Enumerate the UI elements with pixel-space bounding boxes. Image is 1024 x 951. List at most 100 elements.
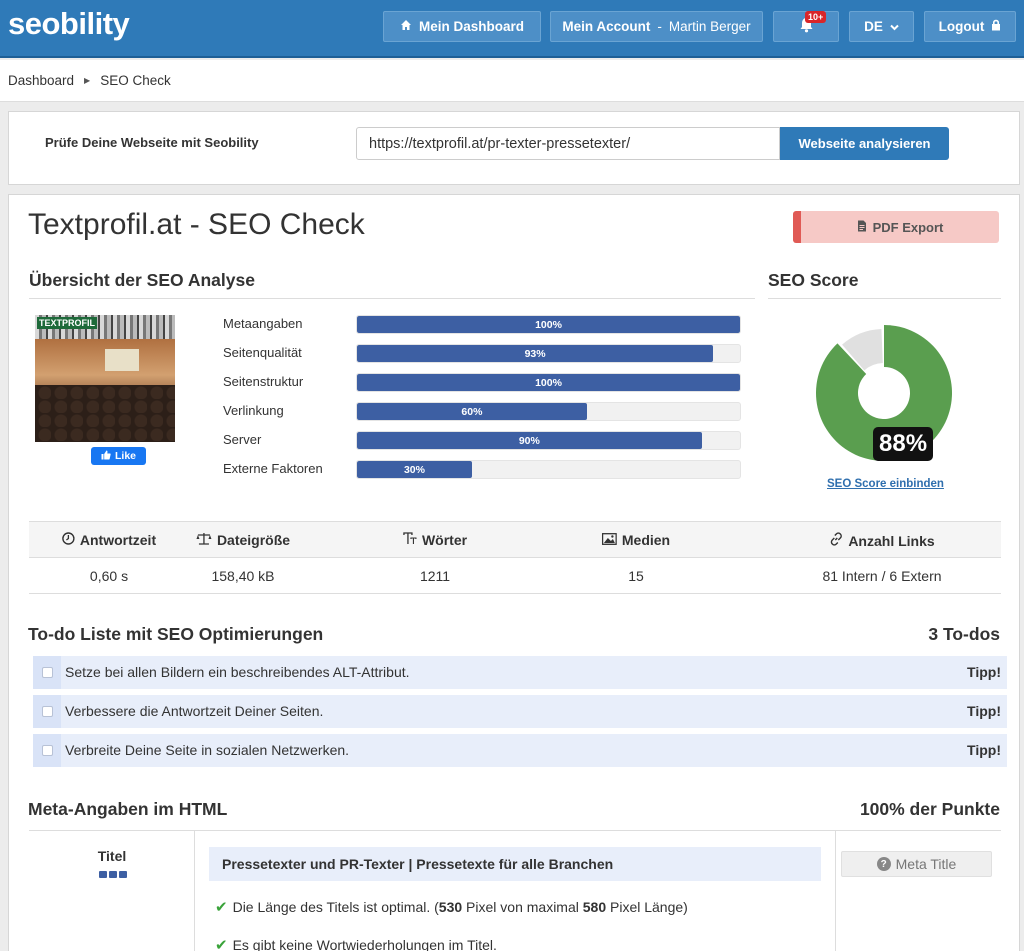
bar-label: Verlinkung: [223, 403, 284, 418]
todo-tip-link[interactable]: Tipp!: [967, 742, 1001, 758]
account-button[interactable]: Mein Account - Martin Berger: [550, 11, 763, 42]
url-input[interactable]: https://textprofil.at/pr-texter-pressete…: [356, 127, 780, 160]
bar-fill: 30%: [357, 461, 472, 478]
bar-track: 90%: [356, 431, 741, 450]
bar-fill: 100%: [357, 374, 740, 391]
lock-icon: [991, 19, 1001, 34]
overview-divider: [29, 298, 755, 299]
language-label: DE: [864, 19, 883, 34]
bar-fill: 90%: [357, 432, 702, 449]
stat-header: Dateigröße: [196, 532, 290, 548]
file-icon: [857, 220, 867, 235]
bar-track: 93%: [356, 344, 741, 363]
stat-header: Medien: [601, 532, 670, 548]
stats-table: Antwortzeit 0,60 s Dateigröße 158,40 kB Wört…: [29, 521, 1001, 594]
notifications-badge: 10+: [805, 11, 827, 23]
home-icon: [400, 19, 412, 34]
breadcrumb-dashboard[interactable]: Dashboard: [8, 73, 74, 88]
bar-label: Seitenqualität: [223, 345, 302, 360]
dashboard-button[interactable]: Mein Dashboard: [383, 11, 541, 42]
bar-track: 60%: [356, 402, 741, 421]
todo-heading: To-do Liste mit SEO Optimierungen: [28, 624, 324, 644]
dashboard-label: Mein Dashboard: [418, 19, 524, 34]
website-screenshot: TEXTPROFIL: [35, 315, 175, 442]
todo-text: Verbessere die Antwortzeit Deiner Seiten…: [65, 703, 324, 719]
meta-title-tag-label: Meta Title: [895, 856, 957, 872]
meta-title-tag-button[interactable]: ? Meta Title: [841, 851, 992, 877]
todo-item: Setze bei allen Bildern ein beschreibend…: [33, 656, 1007, 689]
notifications-button[interactable]: 10+: [773, 11, 839, 42]
seo-score-embed-link[interactable]: SEO Score einbinden: [827, 478, 944, 490]
analyze-label: Prüfe Deine Webseite mit Seobility: [45, 135, 259, 150]
account-label: Mein Account: [562, 19, 651, 34]
bar-fill: 93%: [357, 345, 714, 362]
todo-count: 3 To-dos: [928, 624, 1000, 644]
page-title: Textprofil.at - SEO Check: [28, 208, 365, 241]
caret-right-icon: ▶: [84, 76, 91, 85]
language-selector[interactable]: DE: [849, 11, 914, 42]
bar-label: Externe Faktoren: [223, 461, 323, 476]
todo-text: Setze bei allen Bildern ein beschreibend…: [65, 664, 410, 680]
facebook-like-button[interactable]: Like: [91, 447, 146, 465]
meta-points: 100% der Punkte: [859, 799, 1000, 819]
todo-tip-link[interactable]: Tipp!: [967, 703, 1001, 719]
meta-tag-column: [835, 831, 1021, 951]
meta-title-column: Titel: [29, 831, 195, 951]
meta-title-value: Pressetexter und PR-Texter | Pressetexte…: [209, 847, 821, 881]
seobility-logo[interactable]: seobility: [8, 6, 130, 42]
pdf-export-button[interactable]: PDF Export: [793, 211, 999, 243]
account-user: Martin Berger: [668, 19, 751, 34]
bar-track: 30%: [356, 460, 741, 479]
todo-text: Verbreite Deine Seite in sozialen Netzwe…: [65, 742, 350, 758]
bar-fill: 100%: [357, 316, 740, 333]
analyze-button[interactable]: Webseite analysieren: [780, 127, 949, 160]
like-label: Like: [114, 450, 136, 462]
breadcrumb-seo-check: SEO Check: [100, 73, 171, 88]
bar-track: 100%: [356, 315, 741, 334]
check-title-length: ✔ Die Länge des Titels ist optimal. (530…: [215, 899, 688, 916]
analyze-panel: Prüfe Deine Webseite mit Seobility https…: [8, 111, 1020, 185]
top-navigation-bar: seobility Mein Dashboard Mein Account - …: [0, 0, 1024, 58]
todo-tip-link[interactable]: Tipp!: [967, 664, 1001, 680]
stat-value: 1211: [419, 568, 451, 584]
score-divider: [768, 298, 1001, 299]
thumbnail-logo: TEXTPROFIL: [37, 317, 97, 329]
text-icon: [403, 532, 417, 548]
seo-score-heading: SEO Score: [768, 270, 859, 290]
question-icon: ?: [876, 857, 891, 871]
check-word-repetition: ✔ Es gibt keine Wortwiederholungen im Ti…: [215, 936, 497, 951]
stat-value: 15: [628, 568, 644, 584]
breadcrumb: Dashboard ▶ SEO Check: [0, 60, 1024, 102]
meta-title-label: Titel: [97, 848, 127, 864]
overview-heading: Übersicht der SEO Analyse: [29, 270, 255, 290]
chevron-down-icon: [890, 19, 899, 34]
bar-label: Server: [223, 432, 262, 447]
thumbs-up-icon: [101, 450, 111, 463]
todo-item: Verbessere die Antwortzeit Deiner Seiten…: [33, 695, 1007, 728]
bar-fill: 60%: [357, 403, 587, 420]
stat-header: Anzahl Links: [829, 532, 935, 549]
stat-value: 81 Intern / 6 Extern: [822, 568, 942, 584]
link-icon: [829, 532, 843, 549]
meta-heading: Meta-Angaben im HTML: [28, 799, 228, 819]
checkmark-icon: ✔: [215, 899, 228, 916]
todo-checkbox[interactable]: [33, 656, 61, 689]
clock-icon: [62, 532, 75, 548]
image-icon: [601, 532, 617, 548]
seo-check-card: Textprofil.at - SEO Check PDF Export Übe…: [8, 194, 1020, 951]
todo-checkbox[interactable]: [33, 734, 61, 767]
logout-label: Logout: [938, 19, 985, 34]
todo-checkbox[interactable]: [33, 695, 61, 728]
rating-dots: [99, 871, 127, 878]
bar-label: Metaangaben: [223, 316, 303, 331]
seo-score-value: 88%: [873, 427, 934, 461]
scale-icon: [196, 532, 212, 548]
stat-value: 158,40 kB: [211, 568, 275, 584]
bar-track: 100%: [356, 373, 741, 392]
stat-header: Antwortzeit: [62, 532, 156, 548]
pdf-export-label: PDF Export: [872, 219, 944, 235]
logout-button[interactable]: Logout: [924, 11, 1016, 42]
stat-header: Wörter: [403, 532, 467, 548]
stat-value: 0,60 s: [89, 568, 129, 584]
todo-item: Verbreite Deine Seite in sozialen Netzwe…: [33, 734, 1007, 767]
